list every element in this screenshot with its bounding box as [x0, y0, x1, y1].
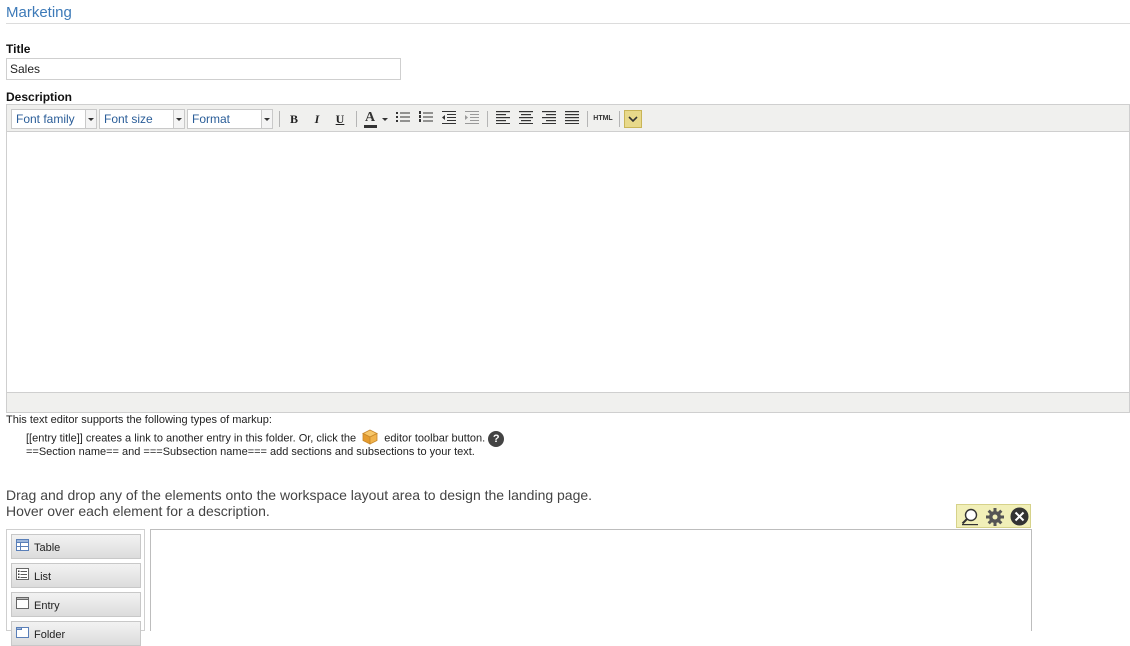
- outdent-icon: [442, 111, 456, 124]
- html-source-button[interactable]: HTML: [591, 110, 615, 128]
- title-input[interactable]: Sales: [6, 58, 401, 80]
- palette-item-table[interactable]: Table: [11, 534, 141, 559]
- align-center-icon: [519, 111, 533, 124]
- help-icon[interactable]: ?: [488, 430, 505, 447]
- description-label: Description: [6, 90, 73, 104]
- align-center-button[interactable]: [516, 110, 536, 128]
- table-icon: [16, 539, 29, 551]
- description-editor[interactable]: [6, 132, 1130, 392]
- bullet-list-button[interactable]: [393, 110, 413, 128]
- markup-help-intro: This text editor supports the following …: [6, 414, 272, 426]
- editor-status-bar: [6, 392, 1130, 413]
- close-icon[interactable]: [1010, 507, 1029, 529]
- title-label: Title: [6, 42, 31, 56]
- italic-button[interactable]: I: [307, 110, 327, 128]
- font-size-select[interactable]: Font size: [99, 109, 185, 129]
- chevron-down-icon: [628, 116, 638, 123]
- section-title: Marketing: [6, 4, 72, 21]
- list-icon: [16, 568, 29, 580]
- align-justify-button[interactable]: [562, 110, 582, 128]
- chevron-down-icon: [261, 110, 272, 128]
- editor-toolbar: Font family Font size Format B I U A HTM…: [6, 104, 1130, 132]
- align-justify-icon: [565, 111, 579, 124]
- palette-item-list[interactable]: List: [11, 563, 141, 588]
- layout-instructions-line1: Drag and drop any of the elements onto t…: [6, 487, 593, 503]
- palette-item-label: Entry: [34, 600, 60, 612]
- element-palette: Table List Entry Folder: [6, 529, 145, 646]
- toolbar-separator: [587, 111, 588, 127]
- workspace-layout-area[interactable]: [150, 529, 1032, 631]
- layout-instructions: Drag and drop any of the elements onto t…: [6, 487, 592, 519]
- toolbar-separator: [487, 111, 488, 127]
- gear-icon[interactable]: [985, 507, 1005, 530]
- format-select[interactable]: Format: [187, 109, 273, 129]
- zoom-icon[interactable]: [961, 508, 979, 529]
- align-right-button[interactable]: [539, 110, 559, 128]
- align-left-button[interactable]: [493, 110, 513, 128]
- entry-icon: [16, 597, 29, 609]
- palette-item-folder[interactable]: Folder: [11, 621, 141, 646]
- indent-button[interactable]: [462, 110, 482, 128]
- indent-icon: [465, 111, 479, 124]
- font-family-select-label: Font family: [16, 112, 75, 126]
- text-color-swatch: [364, 125, 377, 128]
- font-family-select[interactable]: Font family: [11, 109, 97, 129]
- chevron-down-icon: [173, 110, 184, 128]
- palette-item-label: List: [34, 571, 52, 583]
- folder-icon: [16, 627, 29, 638]
- toolbar-separator: [279, 111, 280, 127]
- workspace-tools: [956, 504, 1031, 528]
- palette-item-entry[interactable]: Entry: [11, 592, 141, 617]
- font-size-select-label: Font size: [104, 112, 153, 126]
- palette-item-label: Table: [34, 542, 61, 554]
- section-divider: [6, 23, 1130, 24]
- underline-button[interactable]: U: [330, 110, 350, 128]
- markup-help-line1-prefix: [[entry title]] creates a link to anothe…: [26, 432, 357, 445]
- bold-button[interactable]: B: [284, 110, 304, 128]
- align-left-icon: [496, 111, 510, 124]
- align-right-icon: [542, 111, 556, 124]
- format-select-label: Format: [192, 112, 231, 126]
- chevron-down-icon: [382, 118, 388, 121]
- numbered-list-icon: [419, 111, 433, 122]
- numbered-list-button[interactable]: [416, 110, 436, 128]
- chevron-down-icon: [85, 110, 96, 128]
- bullet-list-icon: [396, 112, 410, 122]
- toolbar-expand-button[interactable]: [624, 110, 642, 128]
- text-color-button[interactable]: A: [361, 110, 389, 128]
- markup-help-line2: ==Section name== and ===Subsection name=…: [26, 446, 475, 458]
- toolbar-separator: [619, 111, 620, 127]
- markup-help-line1-suffix: editor toolbar button.: [384, 432, 486, 445]
- toolbar-separator: [356, 111, 357, 127]
- outdent-button[interactable]: [439, 110, 459, 128]
- layout-instructions-line2: Hover over each element for a descriptio…: [6, 503, 270, 519]
